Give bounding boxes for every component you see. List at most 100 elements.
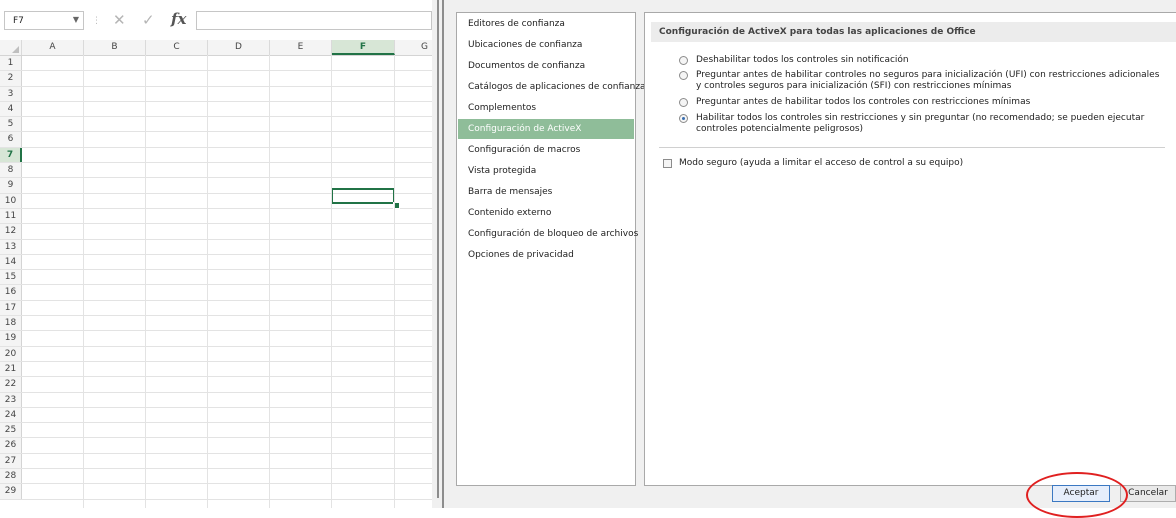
table-row[interactable]: 24 xyxy=(0,407,432,424)
row-header[interactable]: 5 xyxy=(0,117,22,132)
nav-item[interactable]: Complementos xyxy=(458,98,634,118)
table-row[interactable]: 21 xyxy=(0,361,432,378)
table-row[interactable]: 19 xyxy=(0,331,432,347)
name-box-value: F7 xyxy=(13,16,24,26)
row-header[interactable]: 29 xyxy=(0,484,22,499)
table-row[interactable]: 2 xyxy=(0,71,432,87)
trust-center-dialog: Editores de confianza Ubicaciones de conf… xyxy=(448,0,1176,508)
table-row[interactable]: 23 xyxy=(0,392,432,408)
row-header[interactable]: 7 xyxy=(0,147,22,163)
table-row[interactable]: 13 xyxy=(0,239,432,255)
table-row[interactable]: 8 xyxy=(0,163,432,179)
row-header[interactable]: 13 xyxy=(0,239,22,254)
selected-cell[interactable] xyxy=(331,188,395,204)
table-row[interactable]: 22 xyxy=(0,377,432,393)
nav-item[interactable]: Ubicaciones de confianza xyxy=(458,35,634,55)
nav-item[interactable]: Documentos de confianza xyxy=(458,56,634,76)
column-header[interactable]: G xyxy=(395,40,432,55)
safe-mode-label: Modo seguro (ayuda a limitar el acceso d… xyxy=(679,158,964,168)
table-row[interactable]: 5 xyxy=(0,117,432,133)
table-row[interactable]: 15 xyxy=(0,270,432,286)
table-row[interactable]: 27 xyxy=(0,453,432,470)
row-header[interactable]: 27 xyxy=(0,453,22,469)
radio-button[interactable] xyxy=(679,114,688,123)
table-row[interactable]: 26 xyxy=(0,438,432,454)
gridline xyxy=(145,55,146,508)
table-row[interactable]: 14 xyxy=(0,254,432,271)
table-row[interactable]: 11 xyxy=(0,208,432,225)
row-header[interactable]: 20 xyxy=(0,346,22,361)
gridline xyxy=(394,55,395,508)
cancel-icon[interactable]: ✕ xyxy=(113,11,126,29)
row-header[interactable]: 9 xyxy=(0,178,22,193)
row-header[interactable]: 25 xyxy=(0,423,22,438)
column-header[interactable]: E xyxy=(270,40,332,55)
row-header[interactable]: 23 xyxy=(0,392,22,407)
nav-item[interactable]: Editores de confianza xyxy=(458,14,634,34)
table-row[interactable]: 25 xyxy=(0,423,432,439)
nav-item[interactable]: Vista protegida xyxy=(458,161,634,181)
row-header[interactable]: 15 xyxy=(0,270,22,285)
nav-item[interactable]: Barra de mensajes xyxy=(458,182,634,202)
nav-item[interactable]: Contenido externo xyxy=(458,203,634,223)
column-header[interactable]: A xyxy=(22,40,84,55)
table-row[interactable]: 1 xyxy=(0,56,432,72)
formula-input[interactable] xyxy=(196,11,432,30)
column-header[interactable]: F xyxy=(332,40,395,55)
safe-mode-checkbox[interactable] xyxy=(663,159,672,168)
row-header[interactable]: 14 xyxy=(0,254,22,270)
row-header[interactable]: 2 xyxy=(0,71,22,86)
nav-item[interactable]: Opciones de privacidad xyxy=(458,245,634,265)
row-header[interactable]: 6 xyxy=(0,132,22,147)
row-header[interactable]: 26 xyxy=(0,438,22,453)
name-box[interactable]: F7 ▼ xyxy=(4,11,84,30)
radio-button[interactable] xyxy=(679,98,688,107)
column-header[interactable]: D xyxy=(208,40,270,55)
formula-bar: F7 ▼ ⋮ ✕ ✓ fx xyxy=(0,10,432,33)
gridline xyxy=(83,55,84,508)
row-header[interactable]: 18 xyxy=(0,316,22,331)
insert-function-icon[interactable]: fx xyxy=(171,10,186,28)
radio-button[interactable] xyxy=(679,56,688,65)
nav-item[interactable]: Configuración de bloqueo de archivos xyxy=(458,224,638,244)
table-row[interactable]: 17 xyxy=(0,300,432,317)
row-header[interactable]: 16 xyxy=(0,285,22,300)
table-row[interactable]: 4 xyxy=(0,101,432,118)
table-row[interactable]: 18 xyxy=(0,316,432,332)
select-all-corner[interactable] xyxy=(0,40,22,55)
column-header[interactable]: B xyxy=(84,40,146,55)
nav-item[interactable]: Configuración de ActiveX xyxy=(458,119,634,139)
table-row[interactable]: 6 xyxy=(0,132,432,148)
row-header[interactable]: 3 xyxy=(0,86,22,101)
row-header[interactable]: 24 xyxy=(0,407,22,423)
row-header[interactable]: 1 xyxy=(0,56,22,71)
column-header[interactable]: C xyxy=(146,40,208,55)
cancel-button[interactable]: Cancelar xyxy=(1120,485,1176,502)
row-header[interactable]: 10 xyxy=(0,193,22,208)
row-header[interactable]: 22 xyxy=(0,377,22,392)
table-row[interactable]: 7 xyxy=(0,147,432,164)
table-row[interactable]: 28 xyxy=(0,469,432,485)
nav-item[interactable]: Configuración de macros xyxy=(458,140,634,160)
radio-button[interactable] xyxy=(679,71,688,80)
table-row[interactable]: 20 xyxy=(0,346,432,362)
row-header[interactable]: 12 xyxy=(0,224,22,239)
table-row[interactable]: 12 xyxy=(0,224,432,240)
nav-item[interactable]: Catálogos de aplicaciones de confianza xyxy=(458,77,646,97)
row-header[interactable]: 8 xyxy=(0,163,22,178)
table-row[interactable]: 3 xyxy=(0,86,432,102)
row-header[interactable]: 19 xyxy=(0,331,22,346)
row-header[interactable]: 17 xyxy=(0,300,22,316)
section-header: Configuración de ActiveX para todas las … xyxy=(651,22,1176,42)
row-header[interactable]: 11 xyxy=(0,208,22,224)
rows-container: 1 2 3 4 5 6 7 8 9 10 11 12 13 14 15 16 17 18 19 20 21 22 23 24 2… xyxy=(0,56,432,500)
ok-button[interactable]: Aceptar xyxy=(1052,485,1110,502)
chevron-down-icon[interactable]: ▼ xyxy=(73,15,79,24)
table-row[interactable]: 16 xyxy=(0,285,432,301)
table-row[interactable]: 29 xyxy=(0,484,432,500)
row-header[interactable]: 21 xyxy=(0,361,22,377)
row-header[interactable]: 28 xyxy=(0,469,22,484)
check-icon[interactable]: ✓ xyxy=(142,11,155,29)
row-header[interactable]: 4 xyxy=(0,101,22,117)
spreadsheet-grid[interactable]: ABCDEFG 1 2 3 4 5 6 7 8 9 10 11 12 13 14 15 16 17 18 19 20 2… xyxy=(0,40,432,508)
